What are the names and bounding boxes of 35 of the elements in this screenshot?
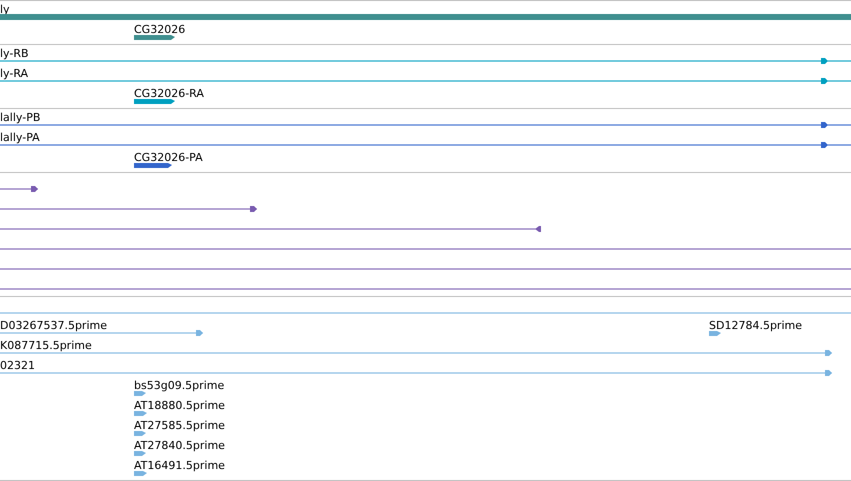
feature-block[interactable] xyxy=(134,391,146,396)
feature-block[interactable] xyxy=(134,163,172,168)
feature-label: AT27585.5prime xyxy=(134,420,225,432)
feature-line[interactable] xyxy=(0,186,38,192)
feature-label: ly-RA xyxy=(0,68,28,80)
feature-line[interactable] xyxy=(0,206,258,212)
feature-label: CG32026-RA xyxy=(134,88,204,100)
feature-label: ly-RB xyxy=(0,48,29,60)
feature-block[interactable] xyxy=(134,99,175,104)
feature-block[interactable] xyxy=(134,471,147,476)
feature-line[interactable] xyxy=(0,370,832,376)
feature-label: CG32026-PA xyxy=(134,152,203,164)
feature-line[interactable] xyxy=(0,226,542,232)
feature-line[interactable] xyxy=(0,350,832,356)
feature-block[interactable] xyxy=(709,331,721,336)
feature-label: lally-PB xyxy=(0,112,40,124)
feature-block[interactable] xyxy=(134,431,146,436)
feature-block[interactable] xyxy=(134,451,146,456)
feature-label: D03267537.5prime xyxy=(0,320,107,332)
feature-label: SD12784.5prime xyxy=(709,320,802,332)
feature-line[interactable] xyxy=(0,78,851,84)
feature-block[interactable] xyxy=(134,35,175,40)
feature-line[interactable] xyxy=(0,142,851,148)
feature-line[interactable] xyxy=(0,122,851,128)
feature-label: 02321 xyxy=(0,360,35,372)
feature-line[interactable] xyxy=(0,58,851,64)
feature-block[interactable] xyxy=(134,411,147,416)
feature-line[interactable] xyxy=(0,330,204,336)
feature-label: bs53g09.5prime xyxy=(134,380,224,392)
feature-label: AT27840.5prime xyxy=(134,440,225,452)
feature-label: K087715.5prime xyxy=(0,340,92,352)
feature-label: AT16491.5prime xyxy=(134,460,225,472)
feature-label: CG32026 xyxy=(134,24,186,36)
feature-label: lally-PA xyxy=(0,132,40,144)
feature-label: AT18880.5prime xyxy=(134,400,225,412)
